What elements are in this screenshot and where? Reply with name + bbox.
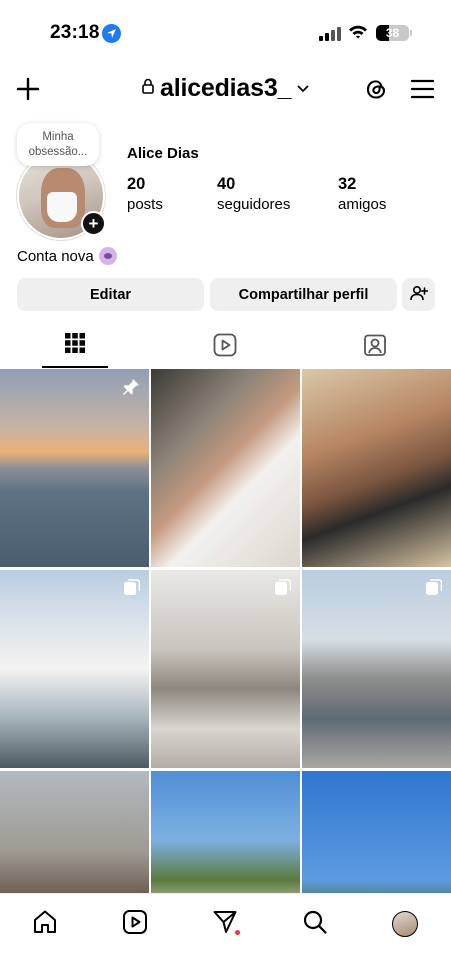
post-thumbnail[interactable] (302, 570, 451, 768)
stat-followers[interactable]: 40 seguidores (217, 175, 290, 213)
display-name: Alice Dias (127, 145, 199, 162)
grid-icon (65, 333, 85, 358)
home-icon (32, 909, 58, 940)
posts-grid (0, 369, 451, 893)
post-thumbnail[interactable] (151, 570, 300, 768)
tab-reels[interactable] (150, 330, 300, 368)
tab-tagged[interactable] (300, 330, 450, 368)
carousel-icon (426, 579, 443, 600)
status-bar: 23:18 38 (0, 0, 451, 62)
edit-profile-button[interactable]: Editar (17, 278, 204, 311)
profile-avatar-icon (392, 911, 418, 937)
share-profile-button[interactable]: Compartilhar perfil (210, 278, 397, 311)
stat-friends[interactable]: 32 amigos (338, 175, 386, 213)
account-switcher[interactable]: alicedias3_ (142, 74, 309, 103)
battery-percent: 38 (385, 26, 400, 40)
add-person-icon (409, 285, 428, 305)
stat-value: 20 (127, 175, 146, 193)
status-time: 23:18 (50, 22, 100, 43)
post-thumbnail[interactable] (0, 570, 149, 768)
location-arrow-icon (102, 24, 121, 43)
hamburger-menu-icon[interactable] (410, 79, 435, 104)
post-thumbnail[interactable] (0, 771, 149, 893)
nav-reels[interactable] (120, 909, 150, 939)
tab-grid[interactable] (0, 330, 150, 368)
profile-header: alicedias3_ (0, 68, 451, 112)
post-thumbnail[interactable] (302, 771, 451, 893)
tagged-person-icon (363, 333, 387, 362)
add-story-plus-icon[interactable]: + (81, 211, 106, 236)
battery-cap (410, 30, 412, 36)
stat-value: 32 (338, 175, 357, 193)
chevron-down-icon (297, 80, 309, 98)
add-person-button[interactable] (402, 278, 435, 311)
battery-icon: 38 (376, 25, 409, 41)
bio-text: Conta nova (17, 247, 94, 265)
note-bubble[interactable]: Minha obsessão... (17, 123, 99, 166)
reels-icon (213, 333, 237, 362)
nav-profile[interactable] (390, 909, 420, 939)
direct-notification-dot (235, 930, 240, 935)
username: alicedias3_ (160, 74, 292, 102)
post-thumbnail[interactable] (151, 771, 300, 893)
post-thumbnail[interactable] (0, 369, 149, 567)
paper-plane-icon (212, 909, 238, 940)
carousel-icon (275, 579, 292, 600)
plus-icon[interactable] (16, 77, 40, 101)
search-icon (302, 909, 328, 940)
nav-search[interactable] (300, 909, 330, 939)
bottom-navigation (0, 893, 451, 980)
stat-label: seguidores (217, 196, 291, 213)
reels-icon (122, 909, 148, 940)
post-thumbnail[interactable] (302, 369, 451, 567)
stat-value: 40 (217, 175, 236, 193)
stat-label: posts (127, 196, 163, 213)
avatar-swimsuit (47, 192, 77, 222)
wifi-icon (348, 24, 368, 45)
cellular-signal-icon (319, 27, 341, 41)
pin-icon (122, 378, 140, 401)
stat-posts[interactable]: 20 posts (127, 175, 163, 213)
shrug-emoji (98, 247, 117, 265)
carousel-icon (124, 579, 141, 600)
active-tab-indicator (42, 366, 108, 368)
threads-icon[interactable] (364, 76, 388, 107)
bio: Conta nova (17, 247, 117, 265)
lock-icon (142, 78, 154, 99)
nav-home[interactable] (30, 909, 60, 939)
post-thumbnail[interactable] (151, 369, 300, 567)
profile-tabs (0, 330, 451, 370)
stat-label: amigos (338, 196, 387, 213)
